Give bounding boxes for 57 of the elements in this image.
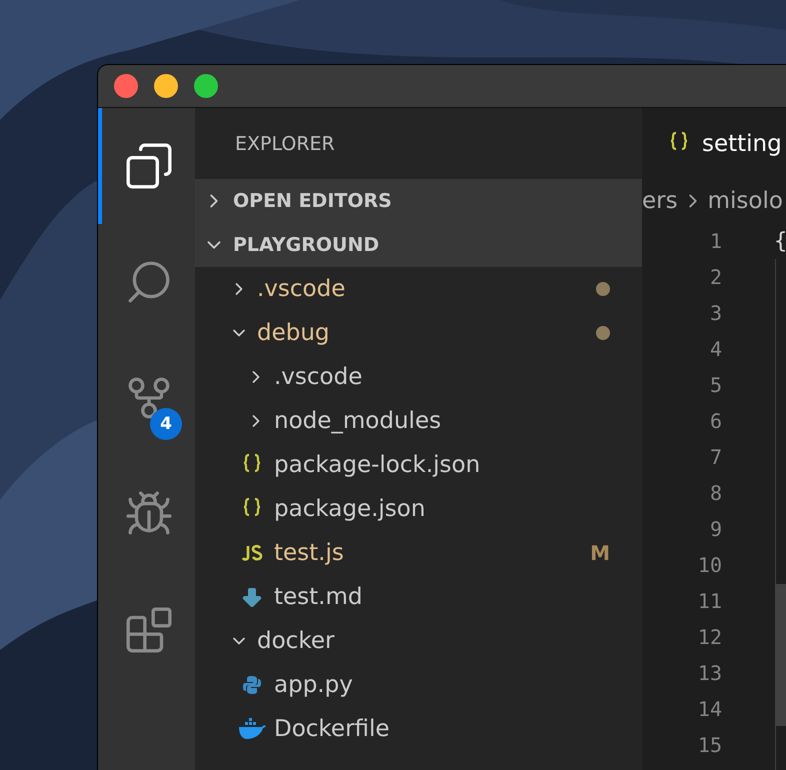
file-row[interactable]: test.js M <box>195 531 642 575</box>
blocks-icon <box>124 605 174 655</box>
maximize-button[interactable] <box>194 74 218 98</box>
js-icon <box>241 543 263 563</box>
folder-row[interactable]: .vscode <box>195 355 642 399</box>
line-number: 2 <box>708 265 722 289</box>
whale-icon <box>238 718 266 740</box>
sidebar-title: EXPLORER <box>235 132 335 154</box>
line-number: 4 <box>708 337 722 361</box>
line-number: 5 <box>708 373 722 397</box>
scrollbar-thumb[interactable] <box>775 584 786 726</box>
section-header[interactable]: OPEN EDITORS <box>195 179 642 223</box>
python-icon <box>241 674 263 696</box>
file-row[interactable]: app.py <box>195 663 642 707</box>
folder-name: node_modules <box>274 408 442 434</box>
folder-name: .vscode <box>257 276 346 302</box>
section-header[interactable]: PLAYGROUND <box>195 223 642 267</box>
line-number: 6 <box>708 409 722 433</box>
line-number: 7 <box>708 445 722 469</box>
close-button[interactable] <box>114 74 138 98</box>
file-name: package-lock.json <box>274 452 480 478</box>
breadcrumb-item[interactable]: ers <box>642 188 678 214</box>
folder-row[interactable]: debug <box>195 311 642 355</box>
files-icon <box>124 141 174 191</box>
file-row[interactable]: package-lock.json <box>195 443 642 487</box>
line-number: 13 <box>696 661 722 685</box>
file-row[interactable]: Dockerfile <box>195 707 642 751</box>
file-row[interactable]: package.json <box>195 487 642 531</box>
folder-name: debug <box>257 320 330 346</box>
editor-tab[interactable]: setting <box>642 108 786 179</box>
line-number: 8 <box>708 481 722 505</box>
minimize-button[interactable] <box>154 74 178 98</box>
file-name: package.json <box>274 496 426 522</box>
breadcrumb-item[interactable]: misolo <box>708 188 783 214</box>
line-number: 14 <box>696 697 722 721</box>
line-number: 11 <box>696 589 722 613</box>
folder-name: .vscode <box>274 364 362 390</box>
count-badge: 4 <box>150 408 182 440</box>
file-row[interactable]: test.md <box>195 575 642 619</box>
line-number: 15 <box>696 733 722 757</box>
line-number: 12 <box>696 625 722 649</box>
file-name: test.js <box>274 540 344 566</box>
file-name: test.md <box>274 584 362 610</box>
code-text: { <box>774 228 786 254</box>
folder-name: docker <box>257 628 334 654</box>
line-number: 1 <box>708 229 722 253</box>
file-name: Dockerfile <box>274 716 390 742</box>
line-number: 10 <box>696 553 722 577</box>
folder-row[interactable]: docker <box>195 619 642 663</box>
file-name: app.py <box>274 672 353 698</box>
line-number: 9 <box>708 517 722 541</box>
down-arrow-icon <box>240 585 264 609</box>
folder-row[interactable]: .vscode <box>195 267 642 311</box>
git-status-letter: M <box>590 541 610 565</box>
line-number: 3 <box>708 301 722 325</box>
activity-bar-item[interactable]: 4 <box>98 340 195 456</box>
folder-row[interactable]: node_modules <box>195 399 642 443</box>
